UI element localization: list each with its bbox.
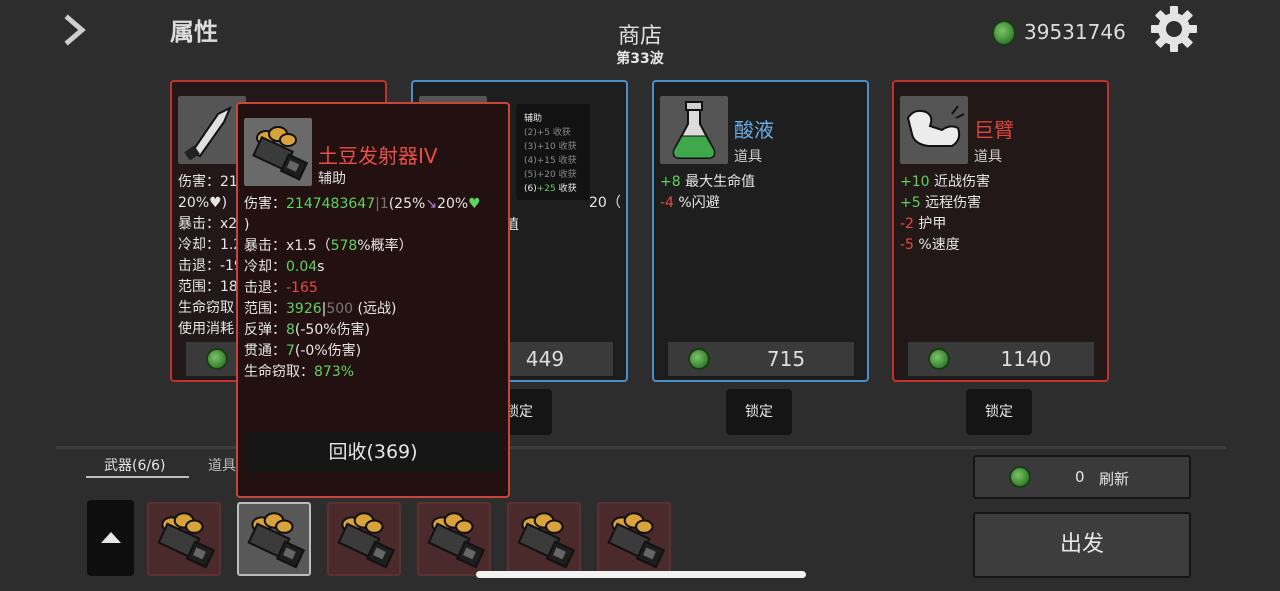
card-4-price: 1140 — [1000, 347, 1052, 371]
card-3-type: 道具 — [734, 149, 762, 165]
shop-card-3[interactable]: 酸液 道具 +8 最大生命值 -4 %闪避 715 — [652, 80, 869, 382]
ranged-damage-icon: ↘ — [425, 196, 438, 212]
home-indicator[interactable] — [476, 571, 806, 578]
heart-icon: ♥ — [468, 196, 481, 212]
stat-cooldown: 冷却：0.04s — [244, 259, 325, 275]
potato-launcher-icon — [239, 504, 309, 578]
card-4-stats: +10 近战伤害 +5 远程伤害 -2 护甲 -5 %速度 — [900, 174, 990, 253]
tooltip-weapon-type: 辅助 — [318, 171, 346, 187]
gear-icon[interactable] — [1150, 5, 1198, 53]
weapon-slot-4[interactable] — [417, 502, 491, 576]
attributes-title[interactable]: 属性 — [170, 12, 218, 47]
stat-knockback: 击退：-165 — [244, 280, 318, 296]
reroll-button[interactable]: 0 刷新 — [973, 455, 1191, 499]
card-4-name: 巨臂 — [974, 118, 1014, 142]
card-3-name: 酸液 — [734, 118, 774, 142]
card-3-lock-button[interactable]: 锁定 — [726, 389, 792, 435]
stat-bounce: 反弹：8(-50%伤害) — [244, 322, 371, 338]
material-coin-icon — [992, 20, 1016, 46]
stat-damage: 伤害：2147483647|1(25%↘20%♥ — [244, 196, 481, 212]
wave-label: 第33波 — [616, 51, 664, 67]
weapon-slot-2[interactable] — [237, 502, 311, 576]
stat-pierce: 贯通：7(-0%伤害) — [244, 343, 362, 359]
weapon-tooltip: 土豆发射器IV 辅助 伤害：2147483647|1(25%↘20%♥ ) 暴击… — [236, 102, 510, 498]
stat-crit: 暴击：x1.5（578%概率） — [244, 238, 413, 254]
collapse-button[interactable] — [87, 500, 134, 576]
card-3-buy-button[interactable]: 715 — [666, 340, 856, 378]
material-coin-icon — [688, 348, 710, 370]
reroll-label: 刷新 — [1099, 470, 1130, 488]
potato-launcher-icon — [149, 504, 219, 578]
card-3-price: 715 — [766, 347, 806, 371]
tooltip-weapon-name: 土豆发射器IV — [318, 144, 438, 168]
tab-weapons[interactable]: 武器(6/6) — [104, 455, 165, 475]
stat-lifesteal: 生命窃取：873% — [244, 364, 355, 380]
material-coin-icon — [1009, 466, 1031, 488]
weapon-slot-3[interactable] — [327, 502, 401, 576]
muscle-arm-icon — [900, 96, 968, 164]
divider — [56, 446, 1226, 449]
acid-flask-icon — [660, 96, 728, 164]
money-count: 39531746 — [1024, 20, 1126, 44]
card-2-stat-fragment: 20（ — [589, 195, 621, 211]
tab-items[interactable]: 道具 — [208, 455, 236, 475]
material-coin-icon — [928, 348, 950, 370]
card-1-stats: 伤害：21 20%♥) 暴击：x2 冷却：1.2 击退：-19 范围：18 生命… — [178, 174, 243, 337]
weapon-slot-1[interactable] — [147, 502, 221, 576]
tooltip-stats: 伤害：2147483647|1(25%↘20%♥ ) 暴击：x1.5（578%概… — [244, 194, 506, 383]
shop-title: 商店 — [617, 24, 662, 49]
reroll-cost: 0 — [1075, 468, 1085, 486]
shop-card-4[interactable]: 巨臂 道具 +10 近战伤害 +5 远程伤害 -2 护甲 -5 %速度 1140 — [892, 80, 1109, 382]
stat-range: 范围：3926|500 (远战) — [244, 301, 397, 317]
harvest-bonus-popup: 辅助 (2)+5 收获 (3)+10 收获 (4)+15 收获 (5)+20 收… — [516, 104, 590, 200]
weapon-slot-6[interactable] — [597, 502, 671, 576]
material-coin-icon — [206, 348, 228, 370]
potato-launcher-icon — [244, 118, 312, 186]
card-3-stats: +8 最大生命值 -4 %闪避 — [660, 174, 756, 211]
card-4-buy-button[interactable]: 1140 — [906, 340, 1096, 378]
card-4-type: 道具 — [974, 149, 1002, 165]
potato-launcher-icon — [329, 504, 399, 578]
potato-launcher-icon — [509, 504, 579, 578]
tab-weapons-underline — [86, 476, 189, 478]
weapon-slot-5[interactable] — [507, 502, 581, 576]
potato-launcher-icon — [599, 504, 669, 578]
recycle-button[interactable]: 回收(369) — [246, 432, 500, 472]
card-4-lock-button[interactable]: 锁定 — [966, 389, 1032, 435]
potato-launcher-icon — [419, 504, 489, 578]
expand-chevron-icon[interactable] — [60, 14, 92, 46]
triangle-up-icon — [101, 532, 121, 543]
go-button[interactable]: 出发 — [973, 512, 1191, 578]
